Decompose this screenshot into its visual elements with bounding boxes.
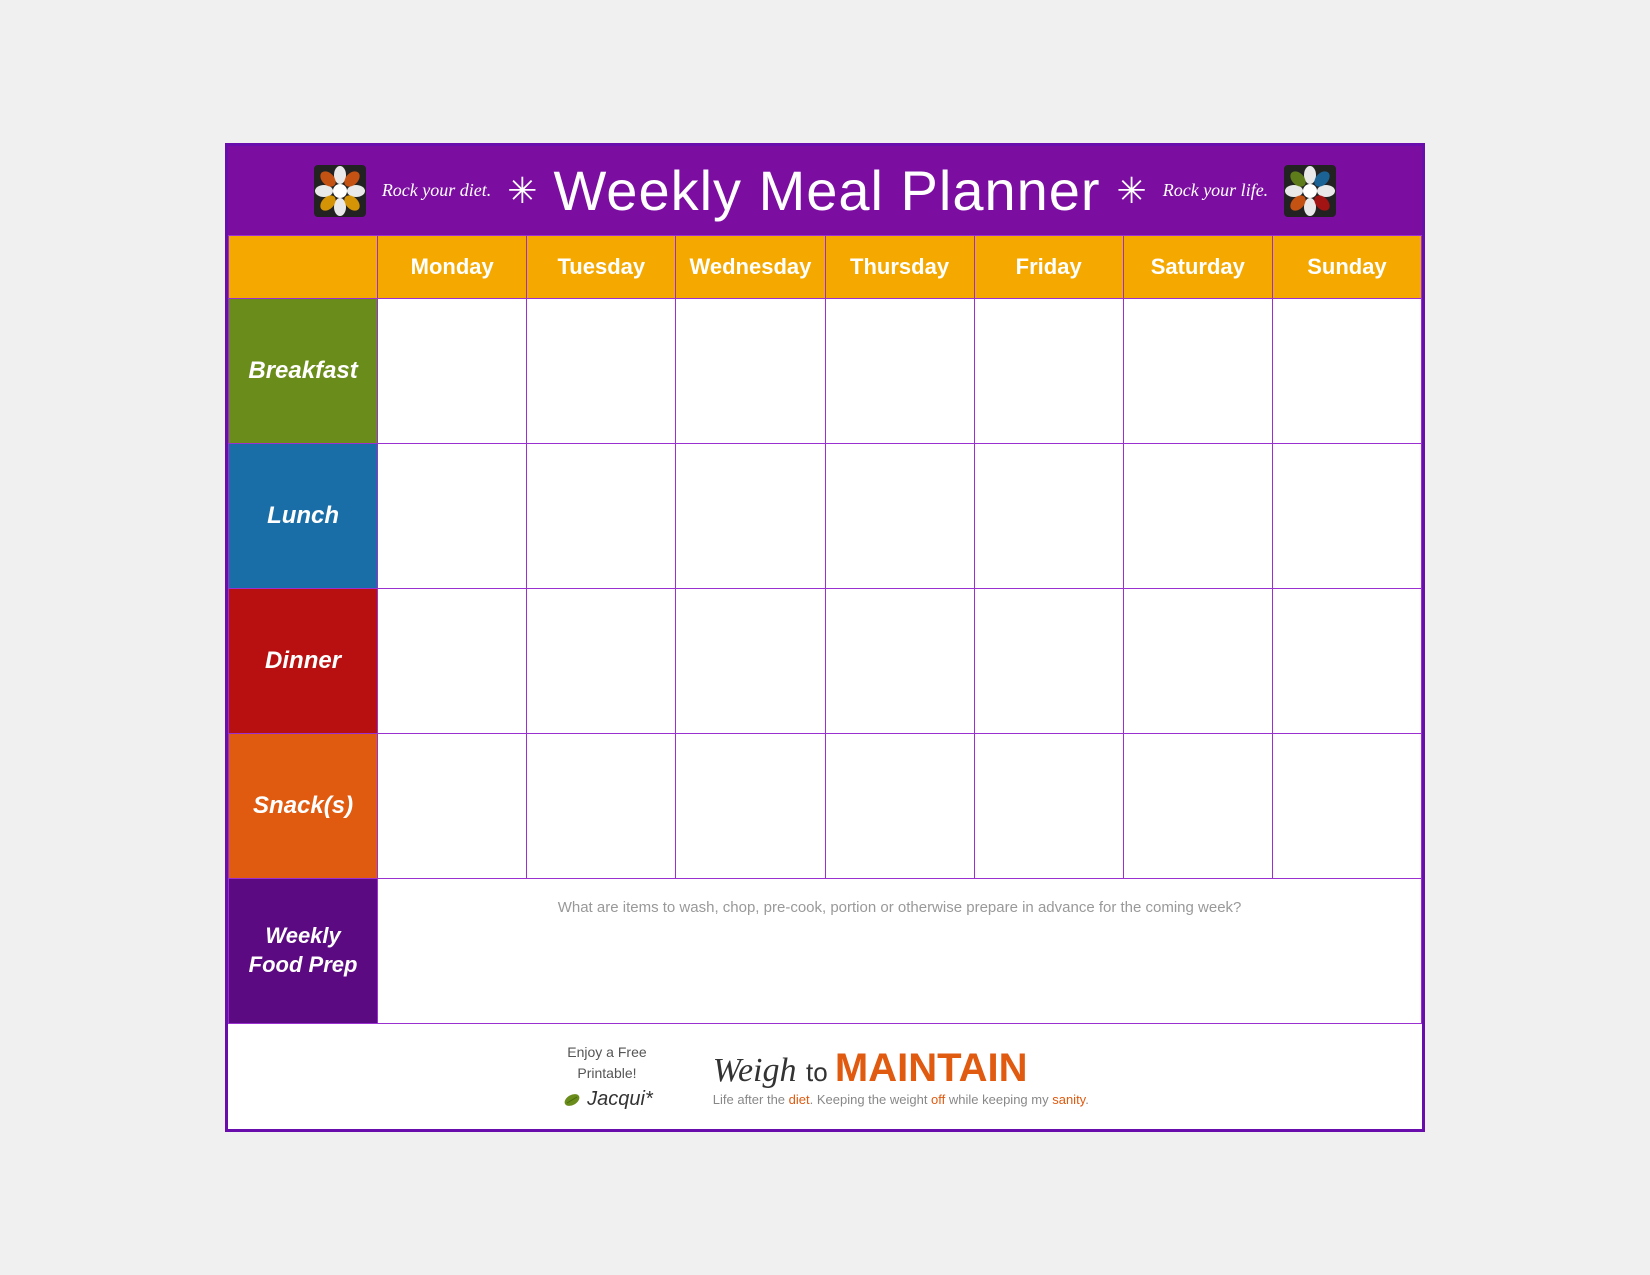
footer-brand-name: Weigh to MAINTAIN: [713, 1046, 1089, 1090]
breakfast-tuesday[interactable]: [527, 299, 676, 444]
lunch-wednesday[interactable]: [676, 444, 825, 589]
weekly-prep-row: Weekly Food Prep What are items to wash,…: [229, 879, 1422, 1024]
footer-brand-section: Weigh to MAINTAIN Life after the diet. K…: [713, 1046, 1089, 1107]
footer-enjoy-text: Enjoy a Free Printable!: [561, 1042, 653, 1084]
weekly-meal-planner: Rock your diet. ✳ Weekly Meal Planner ✳ …: [225, 143, 1425, 1132]
snacks-monday[interactable]: [378, 734, 527, 879]
dinner-label: Dinner: [229, 589, 378, 734]
lunch-sunday[interactable]: [1272, 444, 1421, 589]
snacks-thursday[interactable]: [825, 734, 974, 879]
day-header-friday: Friday: [974, 236, 1123, 299]
footer-to: to: [806, 1057, 835, 1087]
day-header-thursday: Thursday: [825, 236, 974, 299]
header-banner: Rock your diet. ✳ Weekly Meal Planner ✳ …: [228, 146, 1422, 235]
leaf-icon: [561, 1089, 583, 1111]
weekly-prep-content[interactable]: What are items to wash, chop, pre-cook, …: [378, 879, 1422, 1024]
day-header-monday: Monday: [378, 236, 527, 299]
snacks-saturday[interactable]: [1123, 734, 1272, 879]
breakfast-wednesday[interactable]: [676, 299, 825, 444]
snacks-label: Snack(s): [229, 734, 378, 879]
weekly-prep-placeholder: What are items to wash, chop, pre-cook, …: [394, 899, 1405, 916]
day-header-saturday: Saturday: [1123, 236, 1272, 299]
lunch-tuesday[interactable]: [527, 444, 676, 589]
breakfast-thursday[interactable]: [825, 299, 974, 444]
day-header-wednesday: Wednesday: [676, 236, 825, 299]
dinner-thursday[interactable]: [825, 589, 974, 734]
weekly-prep-label-text: Weekly Food Prep: [249, 923, 358, 977]
footer: Enjoy a Free Printable! Jacqui* Weigh to…: [228, 1024, 1422, 1129]
footer-tagline: Life after the diet. Keeping the weight …: [713, 1092, 1089, 1107]
days-header-row: Monday Tuesday Wednesday Thursday Friday…: [229, 236, 1422, 299]
footer-maintain: MAINTAIN: [835, 1046, 1028, 1090]
day-header-sunday: Sunday: [1272, 236, 1421, 299]
footer-printable-section: Enjoy a Free Printable! Jacqui*: [561, 1042, 653, 1111]
footer-signature: Jacqui*: [587, 1088, 653, 1111]
breakfast-sunday[interactable]: [1272, 299, 1421, 444]
header-tagline-right: Rock your life.: [1163, 180, 1268, 201]
snacks-friday[interactable]: [974, 734, 1123, 879]
footer-weigh: Weigh: [713, 1052, 797, 1089]
dinner-saturday[interactable]: [1123, 589, 1272, 734]
snacks-tuesday[interactable]: [527, 734, 676, 879]
lunch-row: Lunch: [229, 444, 1422, 589]
lunch-monday[interactable]: [378, 444, 527, 589]
lunch-friday[interactable]: [974, 444, 1123, 589]
weekly-prep-label: Weekly Food Prep: [229, 879, 378, 1024]
dinner-row: Dinner: [229, 589, 1422, 734]
breakfast-monday[interactable]: [378, 299, 527, 444]
dinner-sunday[interactable]: [1272, 589, 1421, 734]
flower-icon-right: [1284, 165, 1336, 217]
dinner-tuesday[interactable]: [527, 589, 676, 734]
flower-icon-left: [314, 165, 366, 217]
corner-cell: [229, 236, 378, 299]
breakfast-label: Breakfast: [229, 299, 378, 444]
snacks-wednesday[interactable]: [676, 734, 825, 879]
lunch-thursday[interactable]: [825, 444, 974, 589]
dinner-wednesday[interactable]: [676, 589, 825, 734]
snacks-row: Snack(s): [229, 734, 1422, 879]
planner-table: Monday Tuesday Wednesday Thursday Friday…: [228, 235, 1422, 1024]
header-asterisk-right: ✳: [1117, 170, 1147, 212]
dinner-monday[interactable]: [378, 589, 527, 734]
lunch-saturday[interactable]: [1123, 444, 1272, 589]
breakfast-saturday[interactable]: [1123, 299, 1272, 444]
header-title: Weekly Meal Planner: [553, 158, 1100, 223]
breakfast-row: Breakfast: [229, 299, 1422, 444]
snacks-sunday[interactable]: [1272, 734, 1421, 879]
lunch-label: Lunch: [229, 444, 378, 589]
dinner-friday[interactable]: [974, 589, 1123, 734]
header-tagline-left: Rock your diet.: [382, 180, 491, 201]
breakfast-friday[interactable]: [974, 299, 1123, 444]
header-asterisk-left: ✳: [507, 170, 537, 212]
day-header-tuesday: Tuesday: [527, 236, 676, 299]
